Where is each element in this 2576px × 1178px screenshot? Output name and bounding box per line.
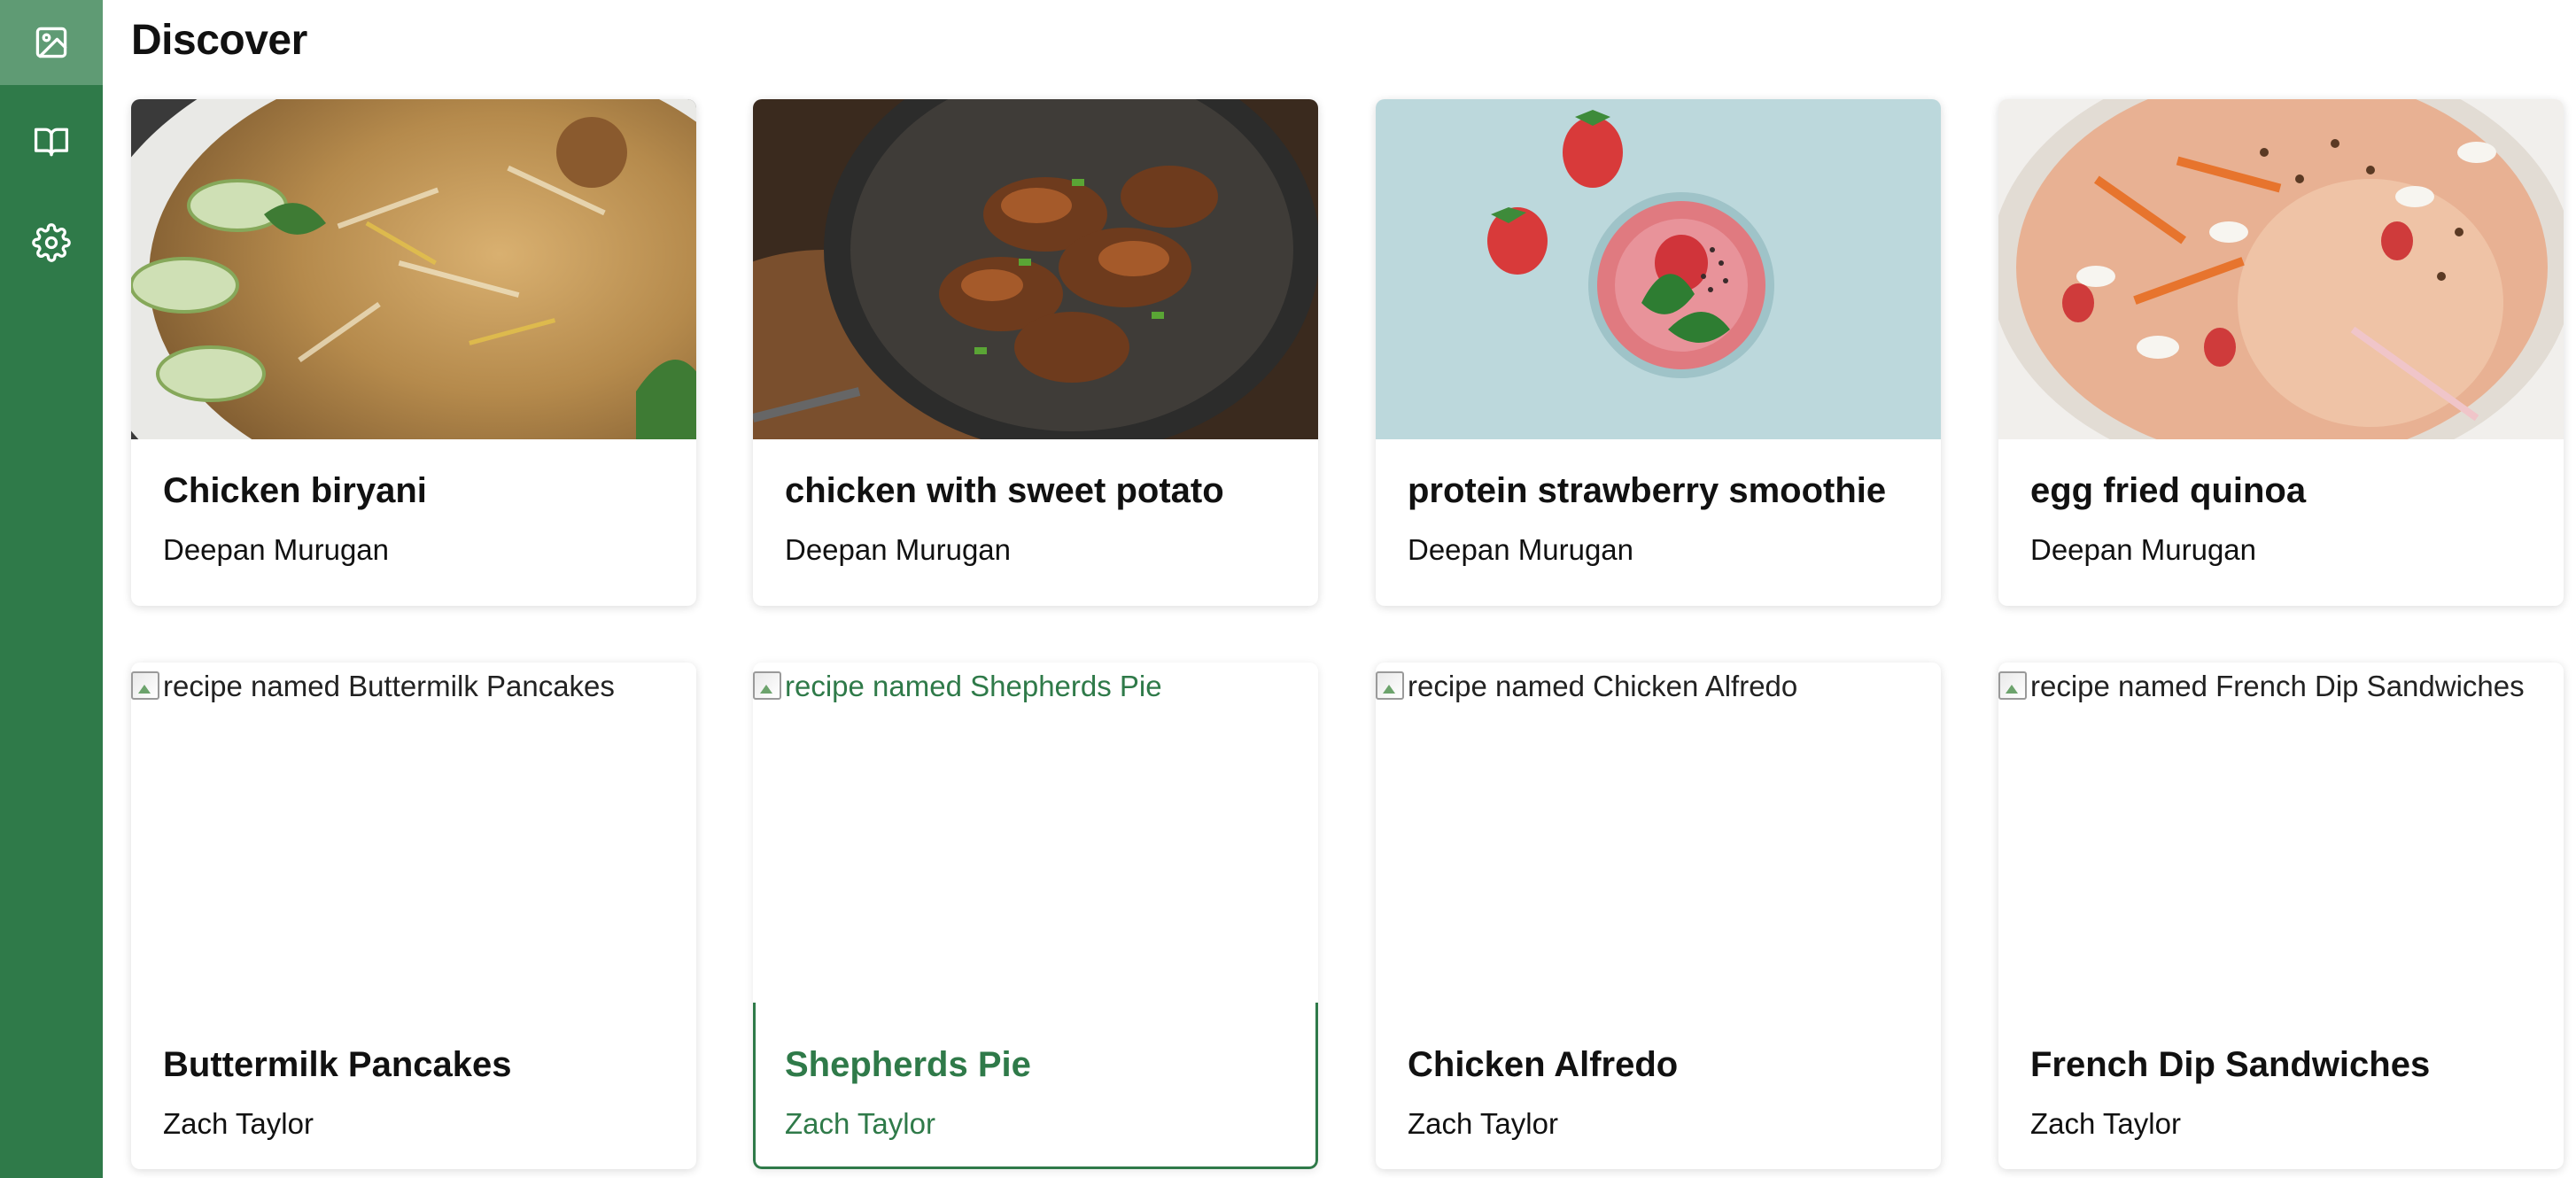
recipe-author: Deepan Murugan bbox=[2030, 533, 2257, 566]
recipe-author: Zach Taylor bbox=[785, 1107, 935, 1140]
recipe-image bbox=[753, 99, 1318, 439]
gear-icon bbox=[32, 223, 71, 262]
sidebar-item-recipes[interactable] bbox=[0, 99, 103, 184]
recipe-title: egg fried quinoa bbox=[2030, 471, 2307, 510]
recipe-title: Chicken Alfredo bbox=[1408, 1045, 1679, 1084]
recipe-image-alt: recipe named Chicken Alfredo bbox=[1376, 663, 1941, 1003]
biryani-photo bbox=[131, 99, 696, 439]
recipe-card[interactable]: egg fried quinoa Deepan Murugan bbox=[1998, 99, 2564, 606]
sidebar-item-settings[interactable] bbox=[0, 200, 103, 285]
recipe-title: Chicken biryani bbox=[163, 471, 427, 510]
broken-image-icon bbox=[131, 671, 159, 700]
recipe-image bbox=[1998, 99, 2564, 439]
recipe-card[interactable]: recipe named Chicken Alfredo Chicken Alf… bbox=[1376, 663, 1941, 1169]
recipe-title: Buttermilk Pancakes bbox=[163, 1045, 512, 1084]
recipe-title: French Dip Sandwiches bbox=[2030, 1045, 2431, 1084]
recipe-title: protein strawberry smoothie bbox=[1408, 471, 1887, 510]
recipe-image-alt-text: recipe named Shepherds Pie bbox=[785, 670, 1162, 702]
recipe-title: chicken with sweet potato bbox=[785, 471, 1224, 510]
recipe-image bbox=[131, 99, 696, 439]
recipe-image-alt: recipe named Buttermilk Pancakes bbox=[131, 663, 696, 1003]
recipe-image bbox=[1376, 99, 1941, 439]
broken-image-icon bbox=[753, 671, 781, 700]
recipe-card[interactable]: recipe named French Dip Sandwiches Frenc… bbox=[1998, 663, 2564, 1169]
book-icon bbox=[34, 128, 69, 157]
recipe-author: Deepan Murugan bbox=[1408, 533, 1634, 566]
recipe-card[interactable]: chicken with sweet potato Deepan Murugan bbox=[753, 99, 1318, 606]
recipe-image-alt: recipe named Shepherds Pie bbox=[753, 663, 1318, 1003]
broken-image-icon bbox=[1376, 671, 1404, 700]
recipe-author: Zach Taylor bbox=[1408, 1107, 1558, 1140]
broken-image-icon bbox=[1998, 671, 2027, 700]
selection-border bbox=[753, 1003, 1318, 1169]
recipe-author: Deepan Murugan bbox=[163, 533, 390, 566]
page-title: Discover bbox=[131, 17, 307, 64]
recipe-card[interactable]: recipe named Buttermilk Pancakes Butterm… bbox=[131, 663, 696, 1169]
recipe-image-alt: recipe named French Dip Sandwiches bbox=[1998, 663, 2564, 1003]
smoothie-photo bbox=[1376, 99, 1941, 439]
recipe-image-alt-text: recipe named French Dip Sandwiches bbox=[2030, 670, 2525, 702]
recipe-card[interactable]: Chicken biryani Deepan Murugan bbox=[131, 99, 696, 606]
recipe-author: Zach Taylor bbox=[2030, 1107, 2181, 1140]
app-root: Discover Chicken biryani Deepan Murugan … bbox=[0, 0, 2576, 1178]
recipe-author: Deepan Murugan bbox=[785, 533, 1012, 566]
sidebar-item-discover[interactable] bbox=[0, 0, 103, 85]
recipe-image-alt-text: recipe named Buttermilk Pancakes bbox=[163, 670, 615, 702]
quinoa-photo bbox=[1998, 99, 2564, 439]
recipe-card[interactable]: protein strawberry smoothie Deepan Murug… bbox=[1376, 99, 1941, 606]
sidebar bbox=[0, 0, 103, 1178]
image-icon bbox=[35, 27, 67, 58]
chicken-sweet-potato-photo bbox=[753, 99, 1318, 439]
recipe-title: Shepherds Pie bbox=[785, 1045, 1031, 1084]
recipe-author: Zach Taylor bbox=[163, 1107, 314, 1140]
recipe-card-selected[interactable]: recipe named Shepherds Pie Shepherds Pie… bbox=[753, 663, 1318, 1169]
recipe-image-alt-text: recipe named Chicken Alfredo bbox=[1408, 670, 1798, 702]
